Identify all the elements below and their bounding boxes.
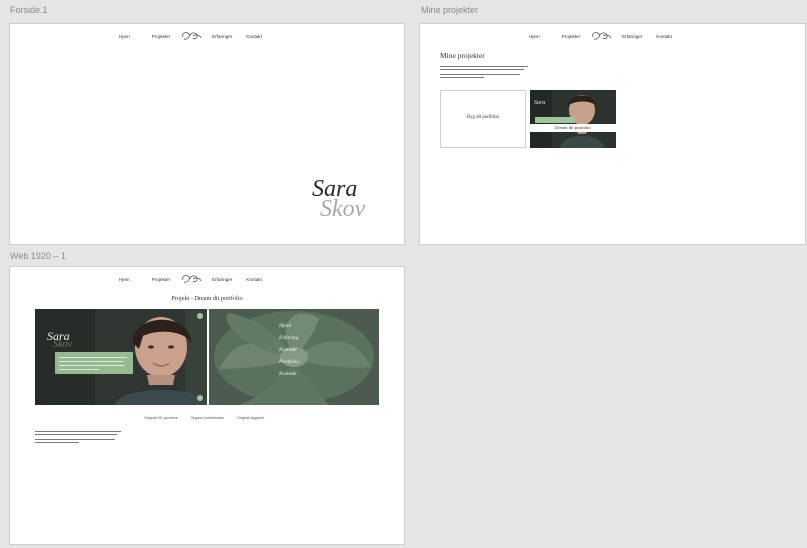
logo-icon[interactable] — [180, 30, 202, 42]
green-highlight — [535, 117, 575, 123]
canvas-empty-area[interactable] — [419, 251, 806, 545]
text-line — [440, 66, 528, 67]
nav-item-hjem[interactable]: Hjem — [119, 34, 130, 39]
project-card-dream[interactable]: Sara Dream dit portfolio — [530, 90, 616, 148]
text-line — [440, 69, 524, 70]
nav-item-erfaringer[interactable]: Erfaringer — [212, 277, 232, 282]
card-logo: Sara — [534, 100, 546, 106]
strip-item[interactable]: Original HD gennemt — [144, 416, 178, 420]
text-line — [59, 357, 127, 358]
page-heading: Mine projekter — [440, 51, 485, 60]
artboard-forside[interactable]: Hjem Projekter Erfaringer Kontakt Sara S… — [9, 23, 405, 245]
artboard-label-forside[interactable]: Forside.1 — [10, 5, 48, 15]
nav-mine: Hjem Projekter Erfaringer Kontakt — [529, 30, 672, 42]
project-card-label: Dream dit portfolio — [555, 125, 591, 130]
artboard-web-1920[interactable]: Hjem Projekter Erfaringer Kontakt Projek… — [9, 266, 405, 545]
mockup-right-menu[interactable]: Hjem Erfaring Kontakt Portfolio Kontakt — [209, 309, 379, 405]
artboard-label-mine[interactable]: Mine projekter — [421, 5, 478, 15]
logo-sara-skov: Sara Skov — [300, 176, 400, 236]
nav-forside: Hjem Projekter Erfaringer Kontakt — [119, 30, 262, 42]
project-card-byg[interactable]: Byg dit portfolio — [440, 90, 526, 148]
green-dot-icon[interactable] — [197, 395, 203, 401]
text-line — [35, 434, 117, 435]
project-card-label: Byg dit portfolio — [466, 115, 500, 120]
strip-item[interactable]: Original dagsport — [237, 416, 264, 420]
logo-word-skov: Skov — [320, 196, 366, 222]
menu-item-erfaring[interactable]: Erfaring — [279, 335, 319, 341]
strip-item[interactable]: Opgave kodestruktur — [191, 416, 224, 420]
nav-item-projekter[interactable]: Projekter — [152, 34, 170, 39]
nav-item-hjem[interactable]: Hjem — [119, 277, 130, 282]
text-line — [35, 431, 121, 432]
menu-item-kontakt[interactable]: Kontakt — [279, 347, 319, 353]
mockup-left-portrait[interactable]: Sara Skov — [35, 309, 207, 405]
green-dot-icon[interactable] — [197, 313, 203, 319]
nav-item-kontakt[interactable]: Kontakt — [656, 34, 672, 39]
menu-item-portfolio[interactable]: Portfolio — [279, 359, 319, 365]
text-line — [59, 361, 123, 362]
nav-item-projekter[interactable]: Projekter — [562, 34, 580, 39]
nav-item-erfaringer[interactable]: Erfaringer — [622, 34, 642, 39]
caption-strip: Original HD gennemt Opgave kodestruktur … — [144, 416, 276, 420]
text-line — [59, 369, 99, 370]
artboard-label-web[interactable]: Web 1920 – 1 — [10, 251, 66, 261]
project-title: Projekt - Dream dit portfolio — [171, 295, 243, 302]
nav-item-projekter[interactable]: Projekter — [152, 277, 170, 282]
text-line — [35, 442, 79, 443]
text-line — [440, 74, 520, 75]
menu-item-kontakt-2[interactable]: Kontakt — [279, 371, 319, 377]
nav-item-kontakt[interactable]: Kontakt — [246, 34, 262, 39]
text-line — [59, 365, 125, 366]
nav-item-erfaringer[interactable]: Erfaringer — [212, 34, 232, 39]
text-line — [35, 439, 115, 440]
nav-web: Hjem Projekter Erfaringer Kontakt — [119, 273, 262, 285]
logo-icon[interactable] — [180, 273, 202, 285]
overlay-menu: Hjem Erfaring Kontakt Portfolio Kontakt — [279, 323, 319, 377]
text-line — [440, 77, 484, 78]
artboard-mine-projekter[interactable]: Hjem Projekter Erfaringer Kontakt Mine p… — [419, 23, 806, 245]
menu-item-hjem[interactable]: Hjem — [279, 323, 319, 329]
nav-item-hjem[interactable]: Hjem — [529, 34, 540, 39]
intro-green-box — [55, 352, 133, 374]
logo-icon[interactable] — [590, 30, 612, 42]
mockup-logo-skov: Skov — [53, 339, 72, 350]
nav-item-kontakt[interactable]: Kontakt — [246, 277, 262, 282]
